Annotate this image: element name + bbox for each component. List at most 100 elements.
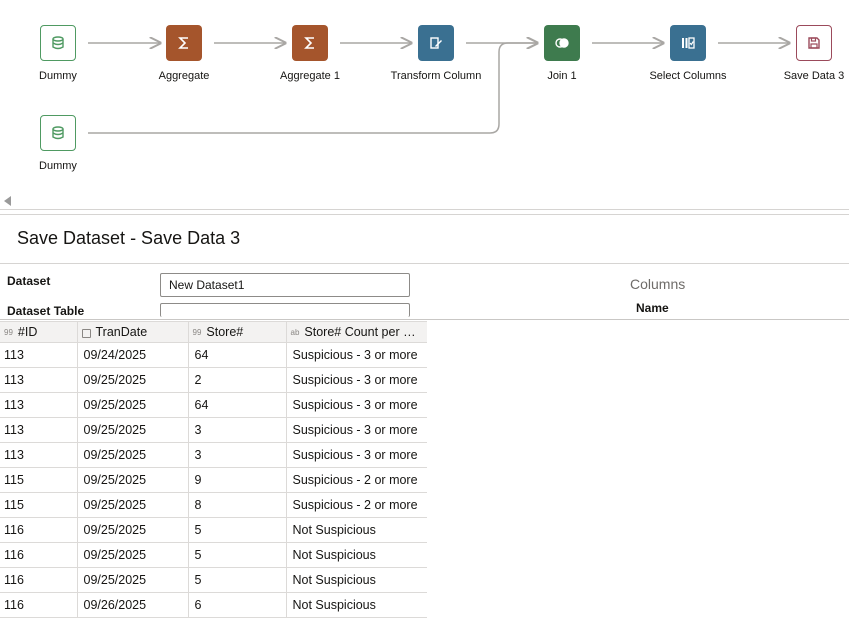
- table-cell: Suspicious - 3 or more: [285, 392, 427, 418]
- table-cell: Suspicious - 2 or more: [285, 467, 427, 493]
- node-save-data-3[interactable]: Save Data 3: [754, 25, 849, 82]
- table-row[interactable]: 116 09/26/2025 6 Not Suspicious: [0, 592, 427, 618]
- column-header-label: Store#: [206, 325, 244, 339]
- table-cell: 6: [187, 592, 287, 618]
- column-header-label: Store# Count per #ID: [304, 325, 423, 339]
- text-type-icon: ab: [290, 328, 300, 338]
- table-cell: 113: [0, 417, 78, 443]
- table-cell: 09/25/2025: [76, 392, 189, 418]
- table-cell: 09/25/2025: [76, 567, 189, 593]
- transform-icon: [418, 25, 454, 61]
- table-cell: 5: [187, 567, 287, 593]
- table-cell: 09/25/2025: [76, 517, 189, 543]
- grid-body: 113 09/24/2025 64 Suspicious - 3 or more 113…: [0, 342, 427, 618]
- node-label: Select Columns: [649, 70, 727, 82]
- table-row[interactable]: 113 09/25/2025 3 Suspicious - 3 or more: [0, 417, 427, 443]
- table-row[interactable]: 116 09/25/2025 5 Not Suspicious: [0, 517, 427, 543]
- node-join-1[interactable]: Join 1: [502, 25, 622, 82]
- node-label: Dummy: [39, 160, 77, 172]
- canvas-divider: [0, 209, 849, 210]
- table-cell: Not Suspicious: [285, 567, 427, 593]
- node-label: Join 1: [547, 70, 577, 82]
- table-cell: 09/25/2025: [76, 542, 189, 568]
- node-label: Aggregate 1: [280, 70, 340, 82]
- table-cell: Suspicious - 3 or more: [285, 417, 427, 443]
- join-icon: [544, 25, 580, 61]
- table-cell: Not Suspicious: [285, 542, 427, 568]
- table-cell: Not Suspicious: [285, 592, 427, 618]
- select-columns-icon: [670, 25, 706, 61]
- number-type-icon: 99: [192, 328, 202, 338]
- title-divider: [0, 263, 849, 264]
- table-cell: 5: [187, 517, 287, 543]
- node-dummy[interactable]: Dummy: [0, 25, 118, 82]
- table-cell: 09/24/2025: [76, 342, 189, 368]
- flow-canvas[interactable]: Dummy Aggregate Aggregate 1 Transform Co…: [0, 0, 849, 210]
- sigma-icon: [292, 25, 328, 61]
- column-header-store[interactable]: 99 Store#: [187, 321, 287, 343]
- sigma-icon: [166, 25, 202, 61]
- node-transform-column[interactable]: Transform Column: [376, 25, 496, 82]
- panel-title: Save Dataset - Save Data 3: [17, 228, 241, 248]
- table-row[interactable]: 113 09/25/2025 3 Suspicious - 3 or more: [0, 442, 427, 468]
- table-cell: 09/25/2025: [76, 442, 189, 468]
- table-cell: 09/25/2025: [76, 417, 189, 443]
- columns-name-header: Name: [636, 301, 669, 315]
- dataset-name-input[interactable]: [160, 273, 410, 297]
- node-label: Dummy: [39, 70, 77, 82]
- table-cell: 115: [0, 492, 78, 518]
- node-label: Transform Column: [390, 70, 482, 82]
- column-header-label: #ID: [17, 325, 38, 339]
- table-cell: 113: [0, 342, 78, 368]
- table-row[interactable]: 115 09/25/2025 8 Suspicious - 2 or more: [0, 492, 427, 518]
- node-select-columns[interactable]: Select Columns: [628, 25, 748, 82]
- scroll-left-icon[interactable]: [4, 196, 11, 206]
- table-cell: 09/25/2025: [76, 367, 189, 393]
- table-row[interactable]: 113 09/24/2025 64 Suspicious - 3 or more: [0, 342, 427, 368]
- column-header-trandate[interactable]: TranDate: [76, 321, 189, 343]
- table-cell: Suspicious - 3 or more: [285, 342, 427, 368]
- column-header-label: TranDate: [95, 325, 148, 339]
- table-cell: 09/25/2025: [76, 467, 189, 493]
- grid-divider[interactable]: [0, 319, 849, 320]
- columns-title: Columns: [630, 276, 686, 292]
- column-header-id[interactable]: 99 #ID: [0, 321, 78, 343]
- table-row[interactable]: 113 09/25/2025 2 Suspicious - 3 or more: [0, 367, 427, 393]
- table-cell: Suspicious - 3 or more: [285, 442, 427, 468]
- table-cell: 116: [0, 517, 78, 543]
- table-cell: 113: [0, 392, 78, 418]
- grid-header-row: 99 #ID TranDate 99 Store# ab Store# Count p…: [0, 321, 427, 343]
- table-cell: 5: [187, 542, 287, 568]
- calendar-type-icon: [81, 329, 91, 339]
- table-cell: 113: [0, 367, 78, 393]
- table-cell: 116: [0, 592, 78, 618]
- table-row[interactable]: 113 09/25/2025 64 Suspicious - 3 or more: [0, 392, 427, 418]
- dataset-label: Dataset: [7, 274, 51, 288]
- node-aggregate-1[interactable]: Aggregate 1: [250, 25, 370, 82]
- table-cell: 3: [187, 417, 287, 443]
- table-row[interactable]: 115 09/25/2025 9 Suspicious - 2 or more: [0, 467, 427, 493]
- table-row[interactable]: 116 09/25/2025 5 Not Suspicious: [0, 542, 427, 568]
- table-cell: 115: [0, 467, 78, 493]
- database-icon: [40, 115, 76, 151]
- data-preview-grid: 99 #ID TranDate 99 Store# ab Store# Count p…: [0, 321, 427, 618]
- table-cell: 64: [187, 392, 287, 418]
- table-cell: 09/26/2025: [76, 592, 189, 618]
- table-cell: Not Suspicious: [285, 517, 427, 543]
- table-cell: 8: [187, 492, 287, 518]
- table-cell: 2: [187, 367, 287, 393]
- node-aggregate[interactable]: Aggregate: [124, 25, 244, 82]
- table-cell: 09/25/2025: [76, 492, 189, 518]
- table-cell: 116: [0, 567, 78, 593]
- number-type-icon: 99: [4, 328, 13, 338]
- dataset-table-label: Dataset Table: [7, 304, 85, 318]
- database-icon: [40, 25, 76, 61]
- dataset-table-input[interactable]: [160, 303, 410, 317]
- panel-divider[interactable]: [0, 214, 849, 215]
- node-label: Aggregate: [158, 70, 210, 82]
- table-row[interactable]: 116 09/25/2025 5 Not Suspicious: [0, 567, 427, 593]
- column-header-store-count[interactable]: ab Store# Count per #ID: [285, 321, 427, 343]
- table-cell: 3: [187, 442, 287, 468]
- table-cell: Suspicious - 2 or more: [285, 492, 427, 518]
- node-dummy-2[interactable]: Dummy: [0, 115, 118, 172]
